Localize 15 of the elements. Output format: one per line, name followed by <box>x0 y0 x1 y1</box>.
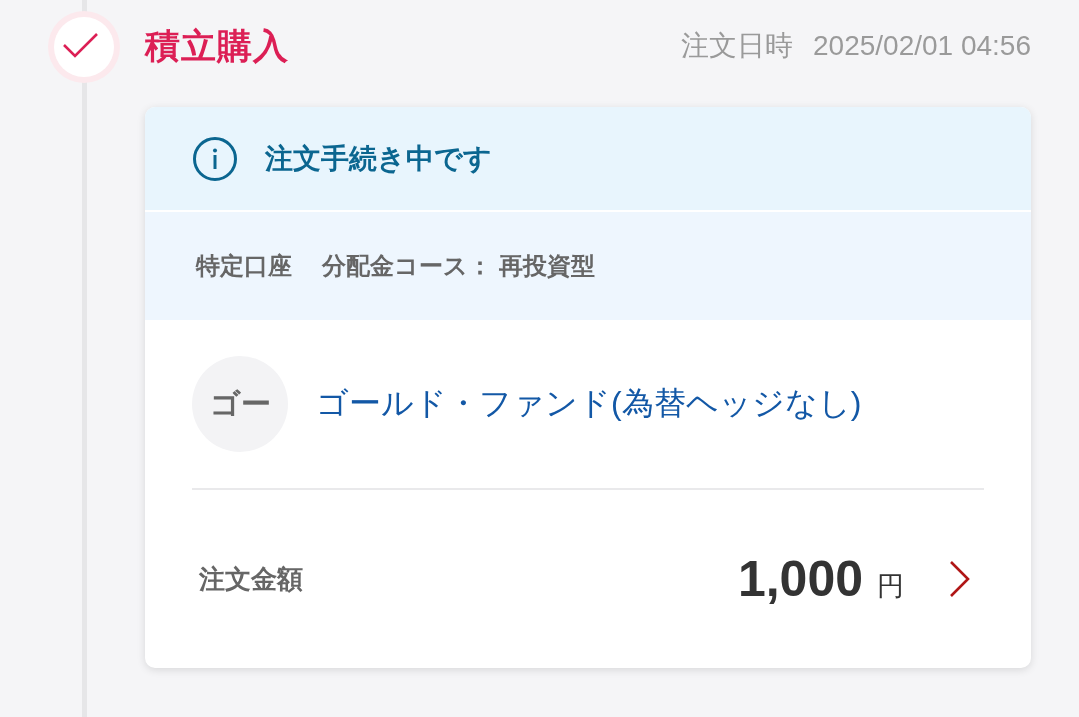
info-icon <box>193 136 237 181</box>
status-message: 注文手続き中です <box>265 141 492 176</box>
fund-avatar: ゴー <box>192 356 288 452</box>
chevron-right-icon <box>948 560 972 598</box>
amount-unit: 円 <box>877 570 904 603</box>
order-amount-row[interactable]: 注文金額 1,000 円 <box>145 490 1031 668</box>
fund-name-link[interactable]: ゴールド・ファンド(為替ヘッジなし) <box>316 382 862 426</box>
account-type: 特定口座 <box>196 251 292 281</box>
check-circle-icon <box>48 11 120 83</box>
amount-label: 注文金額 <box>199 562 303 596</box>
distribution-course: 分配金コース： 再投資型 <box>322 251 595 281</box>
amount-value: 1,000 <box>737 550 863 608</box>
order-date-value: 2025/02/01 04:56 <box>813 30 1031 62</box>
order-date-label: 注文日時 <box>681 29 793 63</box>
order-type-title: 積立購入 <box>145 24 289 67</box>
